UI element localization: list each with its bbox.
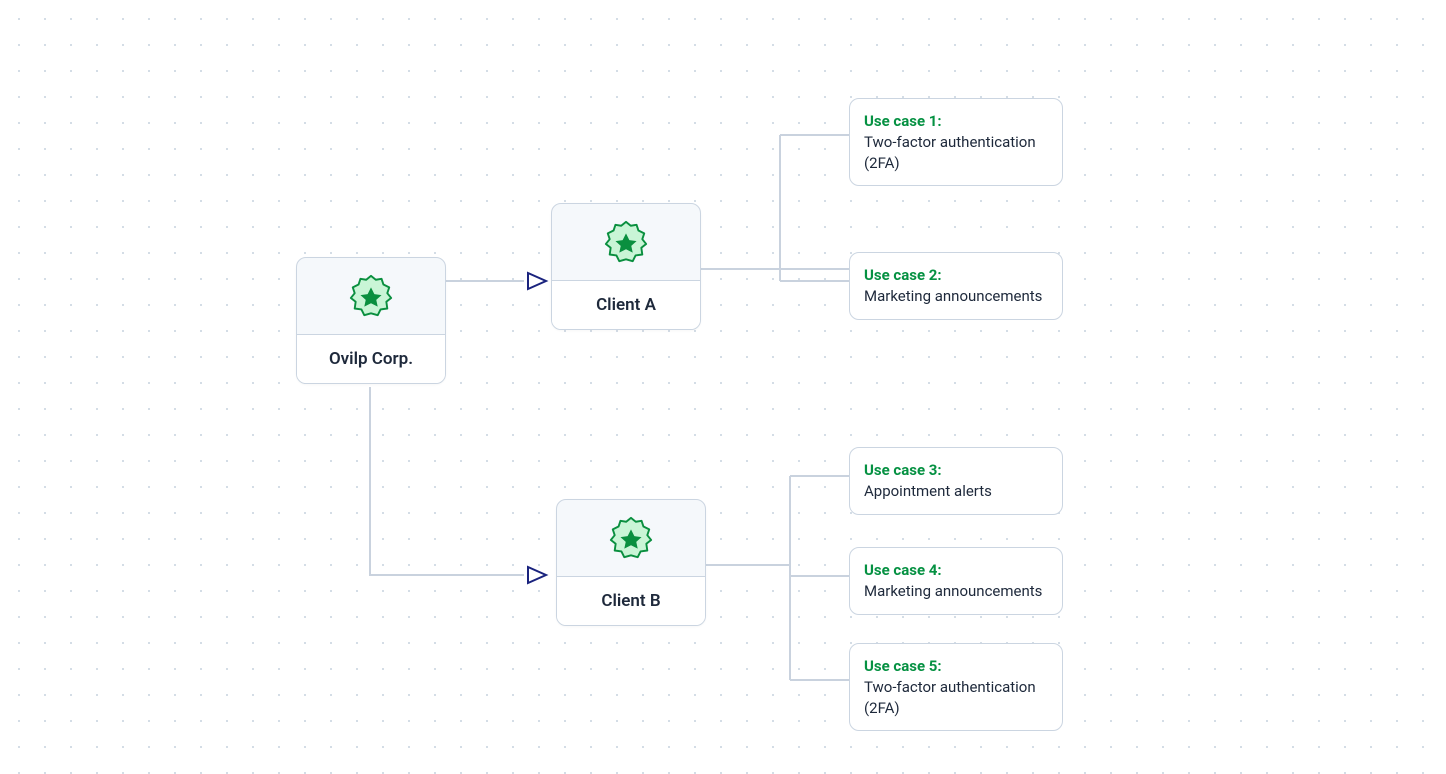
node-root[interactable]: Ovilp Corp. [296, 257, 446, 384]
node-client-b-label: Client B [557, 576, 705, 625]
usecase-5-desc: Two-factor authentication (2FA) [864, 677, 1048, 718]
node-client-a-label: Client A [552, 280, 700, 329]
usecase-3-title: Use case 3: [864, 460, 1048, 480]
node-client-a[interactable]: Client A [551, 203, 701, 330]
verified-star-icon [348, 274, 394, 320]
node-client-a-icon-area [552, 204, 700, 280]
connectors-svg [0, 0, 1446, 774]
usecase-3-desc: Appointment alerts [864, 481, 1048, 501]
diagram-canvas: Ovilp Corp. Client A Client B Use case 1… [0, 0, 1446, 774]
verified-star-icon [608, 516, 654, 562]
node-root-label: Ovilp Corp. [297, 334, 445, 383]
usecase-5[interactable]: Use case 5: Two-factor authentication (2… [849, 643, 1063, 731]
usecase-2-title: Use case 2: [864, 265, 1048, 285]
node-client-b[interactable]: Client B [556, 499, 706, 626]
usecase-5-title: Use case 5: [864, 656, 1048, 676]
usecase-1-desc: Two-factor authentication (2FA) [864, 132, 1048, 173]
node-root-icon-area [297, 258, 445, 334]
usecase-2[interactable]: Use case 2: Marketing announcements [849, 252, 1063, 320]
verified-star-icon [603, 220, 649, 266]
usecase-1[interactable]: Use case 1: Two-factor authentication (2… [849, 98, 1063, 186]
usecase-4-title: Use case 4: [864, 560, 1048, 580]
node-client-b-icon-area [557, 500, 705, 576]
usecase-2-desc: Marketing announcements [864, 286, 1048, 306]
usecase-4-desc: Marketing announcements [864, 581, 1048, 601]
usecase-3[interactable]: Use case 3: Appointment alerts [849, 447, 1063, 515]
usecase-1-title: Use case 1: [864, 111, 1048, 131]
usecase-4[interactable]: Use case 4: Marketing announcements [849, 547, 1063, 615]
